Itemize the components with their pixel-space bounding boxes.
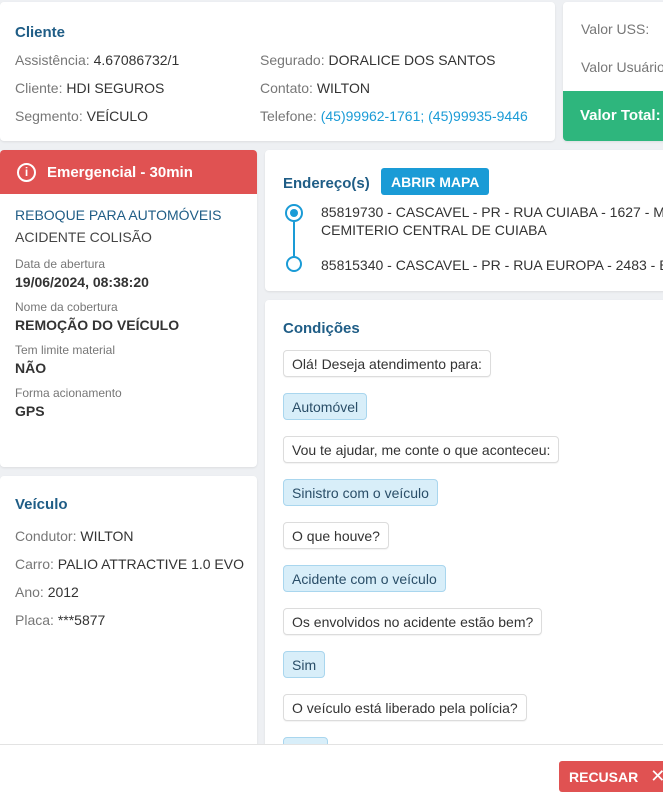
limite-value: NÃO xyxy=(15,360,47,376)
action-footer: RECUSAR ✕ xyxy=(0,744,663,799)
data-abertura-label: Data de abertura xyxy=(15,257,106,271)
ano-row: Ano: 2012 xyxy=(15,584,79,600)
reject-label: RECUSAR xyxy=(569,768,639,785)
chat-answer: Sim xyxy=(283,651,326,678)
placa-row: Placa: ***5877 xyxy=(15,612,105,628)
chat-question: O que houve? xyxy=(283,522,389,549)
assistencia-label: Assistência: xyxy=(15,52,90,68)
origin-address-line1: 85819730 - CASCAVEL - PR - RUA CUIABA - … xyxy=(321,204,663,220)
placa-label: Placa: xyxy=(15,612,54,628)
veiculo-title: Veículo xyxy=(15,496,68,513)
segmento-value: VEÍCULO xyxy=(86,108,149,124)
telefone-row: Telefone: (45)99962-1761; (45)99935-9446 xyxy=(260,108,528,124)
carro-label: Carro: xyxy=(15,556,54,572)
condutor-row: Condutor: WILTON xyxy=(15,528,134,544)
emergency-label: Emergencial - 30min xyxy=(47,163,193,181)
contato-row: Contato: WILTON xyxy=(260,80,370,96)
condicoes-title: Condições xyxy=(283,320,360,337)
servico-card: i Emergencial - 30min REBOQUE PARA AUTOM… xyxy=(0,150,257,467)
cliente-row: Cliente: HDI SEGUROS xyxy=(15,80,164,96)
telefone-label: Telefone: xyxy=(260,108,317,124)
valor-uss-label: Valor USS: xyxy=(581,21,650,37)
data-abertura-value: 19/06/2024, 08:38:20 xyxy=(15,274,149,290)
open-map-button[interactable]: ABRIR MAPA xyxy=(381,168,490,195)
chat-answer: Automóvel xyxy=(283,393,368,420)
segmento-row: Segmento: VEÍCULO xyxy=(15,108,148,124)
contato-value: WILTON xyxy=(316,80,370,96)
info-icon: i xyxy=(17,162,36,182)
reject-button[interactable]: RECUSAR ✕ xyxy=(559,761,663,792)
ano-value: 2012 xyxy=(47,584,79,600)
condutor-value: WILTON xyxy=(80,528,134,544)
cliente-card: Cliente Assistência: 4.67086732/1 Client… xyxy=(0,2,555,141)
cobertura-label: Nome da cobertura xyxy=(15,300,118,314)
service-subtype: ACIDENTE COLISÃO xyxy=(15,229,152,245)
cliente-title: Cliente xyxy=(15,24,66,41)
segurado-value: DORALICE DOS SANTOS xyxy=(328,52,496,68)
placa-value: ***5877 xyxy=(57,612,106,628)
condicoes-card: Condições Olá! Deseja atendimento para: … xyxy=(265,300,663,760)
acionamento-value: GPS xyxy=(15,403,45,419)
route-line xyxy=(293,222,295,256)
chat-question: O veículo está liberado pela polícia? xyxy=(283,694,527,721)
cliente-value: HDI SEGUROS xyxy=(66,80,165,96)
endereco-title: Endereço(s) xyxy=(283,175,370,192)
assistencia-row: Assistência: 4.67086732/1 xyxy=(15,52,179,68)
valores-card: Valor USS: Valor Usuário Valor Total: xyxy=(563,2,663,141)
segurado-label: Segurado: xyxy=(260,52,325,68)
valor-total-label: Valor Total: xyxy=(580,107,661,124)
cliente-label: Cliente: xyxy=(15,80,63,96)
contato-label: Contato: xyxy=(260,80,313,96)
ano-label: Ano: xyxy=(15,584,44,600)
origin-marker-icon xyxy=(285,204,303,222)
valor-usuario-label: Valor Usuário xyxy=(581,59,663,75)
telefone-link[interactable]: (45)99962-1761; (45)99935-9446 xyxy=(321,108,528,124)
chat-question: Os envolvidos no acidente estão bem? xyxy=(283,608,543,635)
condutor-label: Condutor: xyxy=(15,528,77,544)
segurado-row: Segurado: DORALICE DOS SANTOS xyxy=(260,52,496,68)
chat-answer: Acidente com o veículo xyxy=(283,565,446,592)
service-type: REBOQUE PARA AUTOMÓVEIS xyxy=(15,207,222,223)
emergency-badge: i Emergencial - 30min xyxy=(0,150,257,194)
carro-row: Carro: PALIO ATTRACTIVE 1.0 EVO xyxy=(15,556,244,572)
carro-value: PALIO ATTRACTIVE 1.0 EVO xyxy=(57,556,245,572)
acionamento-label: Forma acionamento xyxy=(15,386,122,400)
valor-total-bar: Valor Total: xyxy=(563,91,663,141)
segmento-label: Segmento: xyxy=(15,108,83,124)
veiculo-card: Veículo Condutor: WILTON Carro: PALIO AT… xyxy=(0,476,257,756)
limite-label: Tem limite material xyxy=(15,343,116,357)
destination-address: 85815340 - CASCAVEL - PR - RUA EUROPA - … xyxy=(321,257,663,273)
close-icon: ✕ xyxy=(650,766,663,786)
chat-question: Vou te ajudar, me conte o que aconteceu: xyxy=(283,436,560,463)
chat-question: Olá! Deseja atendimento para: xyxy=(283,350,491,377)
cobertura-value: REMOÇÃO DO VEÍCULO xyxy=(15,317,180,333)
endereco-card: Endereço(s) ABRIR MAPA 85819730 - CASCAV… xyxy=(265,150,663,291)
origin-address-line2: CEMITERIO CENTRAL DE CUIABA xyxy=(321,222,547,238)
destination-marker-icon xyxy=(286,256,302,272)
assistencia-value: 4.67086732/1 xyxy=(93,52,180,68)
chat-answer: Sinistro com o veículo xyxy=(283,479,438,506)
